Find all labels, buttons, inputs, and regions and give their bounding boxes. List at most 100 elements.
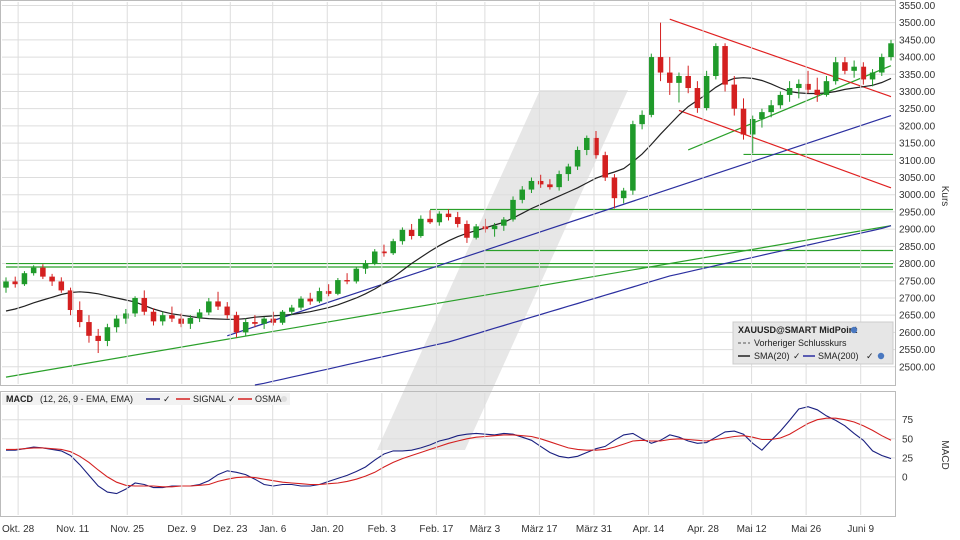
price-y-tick-label: 2600.00 (899, 328, 936, 339)
candle-body (344, 280, 350, 282)
candle-body (510, 199, 516, 220)
osma-settings-icon[interactable] (281, 396, 287, 402)
candle-body (602, 155, 608, 178)
price-y-tick-label: 3250.00 (899, 104, 936, 115)
candle-body (40, 267, 46, 277)
candle-body (666, 72, 673, 83)
price-y-tick-label: 3500.00 (899, 18, 936, 29)
candle-body (879, 57, 885, 73)
horizontal-lines (6, 153, 893, 268)
candle-body (104, 327, 111, 341)
x-tick-label: Apr. 14 (633, 524, 665, 535)
candle-body (418, 218, 424, 237)
candle-body (30, 267, 37, 274)
x-tick-label: Dez. 9 (167, 524, 196, 535)
candle-body (261, 318, 267, 324)
candle-body (611, 177, 618, 199)
price-y-tick-label: 2950.00 (899, 207, 936, 218)
candle-body (473, 226, 479, 238)
candle-body (132, 297, 138, 314)
x-ticks: Okt. 28 Nov. 11 Nov. 25 Dez. 9 Dez. 23 Jan. 6… (2, 2, 874, 535)
x-tick-label: Dez. 23 (213, 524, 248, 535)
candle-body (113, 318, 120, 328)
candle-body (408, 229, 415, 237)
candle-body (123, 313, 129, 319)
sma200-settings-icon[interactable] (877, 352, 885, 360)
candle-body (491, 225, 498, 230)
candle-body (851, 66, 857, 71)
candle-body (49, 276, 55, 282)
price-y-tick-label: 3300.00 (899, 87, 936, 98)
chart-svg: 2500.00 2550.00 2600.00 2650.00 2700.00 2750.… (0, 0, 950, 535)
price-y-tick-label: 3050.00 (899, 173, 936, 184)
macd-legend: MACD (12, 26, 9 - EMA, EMA) ✓ SIGNAL ✓ O… (2, 393, 290, 405)
candle-body (722, 46, 728, 85)
signal-label: SIGNAL (193, 394, 226, 404)
candle-body (556, 174, 562, 188)
candle-body (639, 114, 645, 125)
price-y-tick-label: 3100.00 (899, 156, 936, 167)
chart-root: 2500.00 2550.00 2600.00 2650.00 2700.00 2750.… (0, 0, 960, 540)
candle-body (786, 88, 793, 95)
candle-body (584, 137, 590, 150)
candle-body (547, 184, 553, 188)
candle-body (464, 223, 470, 238)
sma20-check-icon[interactable]: ✓ (793, 351, 801, 361)
candle-body (869, 72, 876, 80)
price-y-axis-label: Kurs (939, 186, 950, 207)
candle-body (3, 281, 9, 288)
macd-y-tick-label: 75 (902, 415, 914, 426)
candle-body (676, 75, 682, 83)
candle-body (620, 190, 627, 199)
candle-body (574, 149, 581, 167)
price-legend-settings-icon[interactable] (850, 326, 858, 334)
price-y-tick-label: 3400.00 (899, 53, 936, 64)
macd-check-icon[interactable]: ✓ (163, 394, 171, 404)
candle-body (436, 213, 443, 223)
candle-body (842, 62, 848, 71)
signal-check-icon[interactable]: ✓ (228, 394, 236, 404)
price-y-ticks: 2500.00 2550.00 2600.00 2650.00 2700.00 2750.… (899, 1, 936, 373)
sma-line-sma20 (5, 77, 892, 320)
price-y-tick-label: 2650.00 (899, 311, 936, 322)
candle-body (12, 281, 18, 285)
price-y-tick-label: 3000.00 (899, 190, 936, 201)
candle-body (537, 180, 544, 185)
candle-body (648, 57, 655, 115)
price-y-tick-label: 2500.00 (899, 362, 936, 373)
sma200-check-icon[interactable]: ✓ (866, 351, 874, 361)
price-legend-title: XAUUSD@SMART MidPoint (738, 325, 857, 335)
candle-body (740, 108, 747, 135)
candle-body (694, 88, 701, 108)
x-tick-label: Feb. 3 (368, 524, 397, 535)
candle-body (814, 89, 821, 95)
candle-body (307, 298, 313, 302)
candle-body (630, 124, 636, 191)
candle-body (289, 307, 295, 312)
x-tick-label: Okt. 28 (2, 524, 35, 535)
osma-label: OSMA (255, 394, 282, 404)
candle-body (21, 273, 28, 285)
price-y-tick-label: 3200.00 (899, 121, 936, 132)
macd-y-ticks: 0 25 50 75 (902, 415, 914, 483)
x-tick-label: Mai 12 (737, 524, 767, 535)
candle-body (888, 43, 894, 58)
candle-body (768, 105, 774, 113)
candle-body (371, 251, 378, 264)
watermark-logo (377, 90, 628, 450)
candle-body (316, 291, 323, 302)
candle-body (141, 297, 148, 312)
price-y-tick-label: 2900.00 (899, 225, 936, 236)
candle-body (713, 46, 719, 76)
candle-body (178, 318, 184, 324)
price-y-tick-label: 3350.00 (899, 70, 936, 81)
x-tick-label: Feb. 17 (419, 524, 453, 535)
candle-body (187, 317, 194, 324)
macd-y-tick-label: 25 (902, 453, 914, 464)
macd-y-axis-label: MACD (939, 440, 950, 469)
price-y-tick-label: 2850.00 (899, 242, 936, 253)
candle-body (362, 263, 369, 269)
candle-body (390, 241, 396, 254)
candle-body (777, 94, 784, 106)
candle-body (242, 322, 249, 333)
